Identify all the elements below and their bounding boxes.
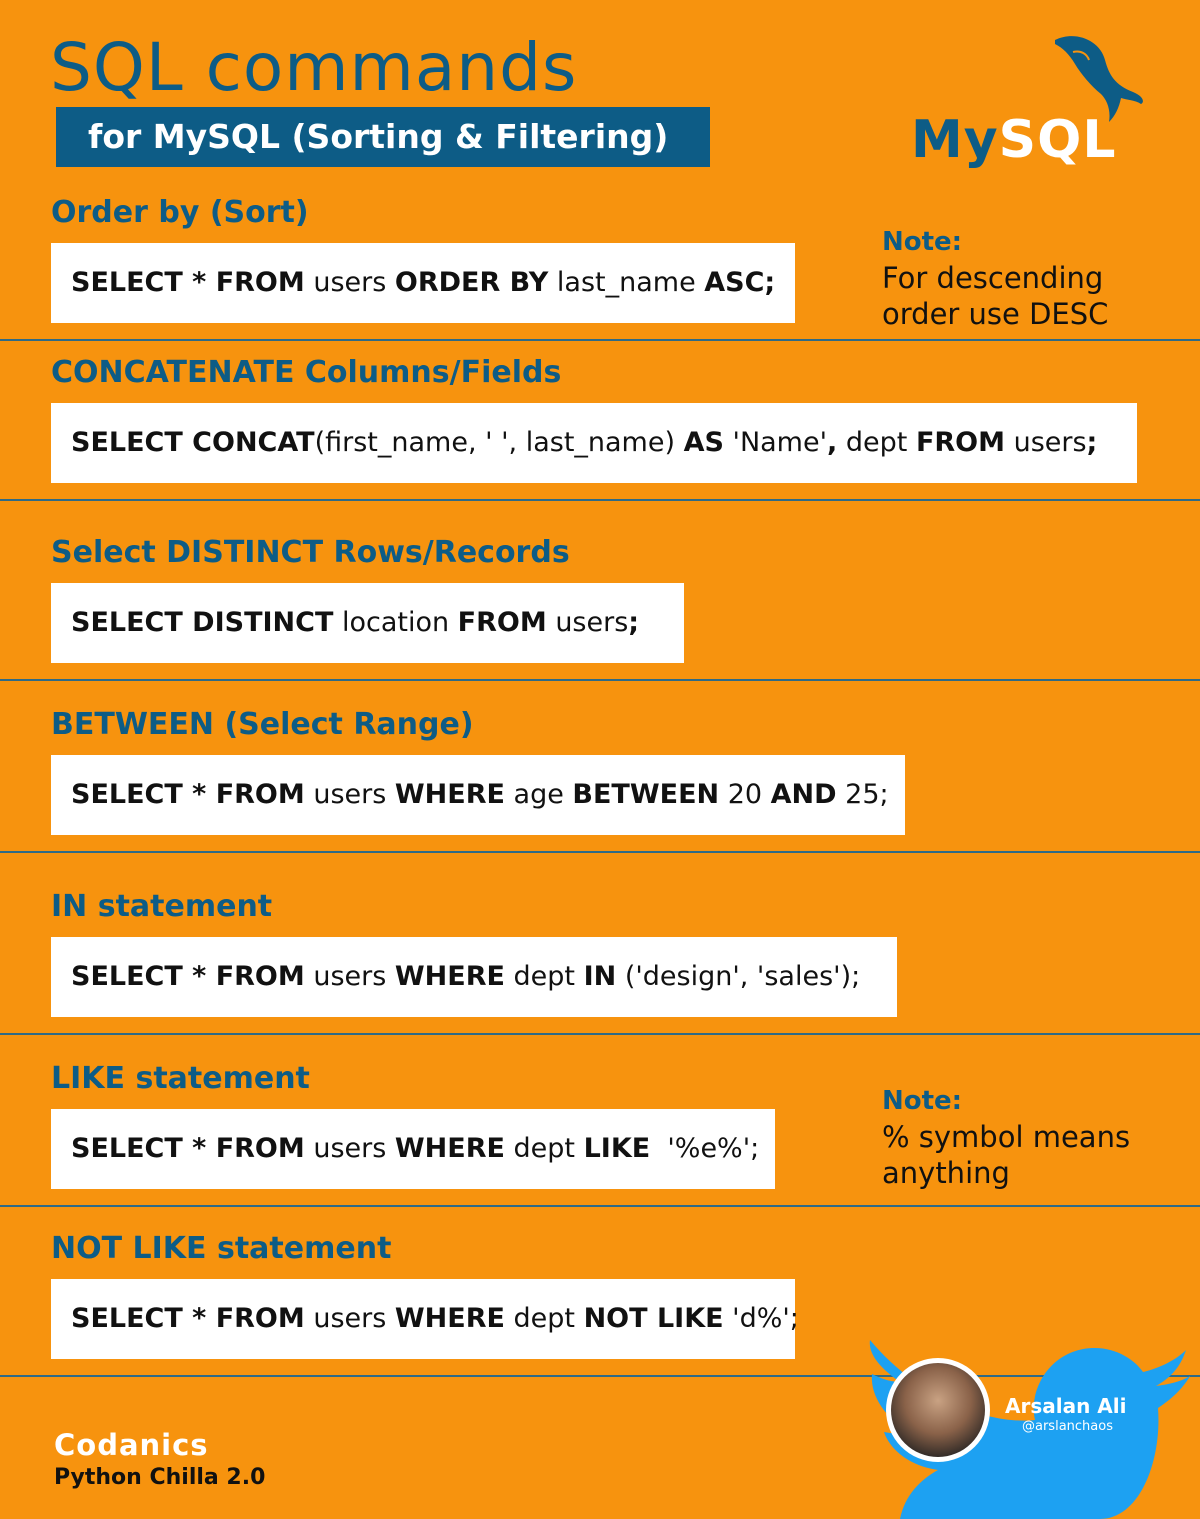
sql-keyword: , xyxy=(827,427,838,458)
sql-text: '%e%'; xyxy=(650,1133,760,1164)
sql-text: users xyxy=(1005,427,1087,458)
sql-keyword: FROM xyxy=(915,427,1005,458)
note-text-line: anything xyxy=(882,1156,1010,1190)
sql-text: 25; xyxy=(836,779,889,810)
sql-keyword: WHERE xyxy=(394,1303,505,1334)
sql-keyword: SELECT DISTINCT xyxy=(71,607,334,638)
sql-text: location xyxy=(333,607,458,638)
sql-keyword: SELECT * FROM xyxy=(71,267,305,298)
divider xyxy=(0,339,1200,341)
brand-name: Codanics xyxy=(54,1428,209,1462)
sql-text: dept xyxy=(837,427,916,458)
sql-keyword: NOT LIKE xyxy=(583,1303,724,1334)
sql-keyword: ; xyxy=(1086,427,1098,458)
sql-text: 'Name' xyxy=(723,427,828,458)
subtitle-banner: for MySQL (Sorting & Filtering) xyxy=(56,107,710,167)
logo-my-text: My xyxy=(911,110,999,170)
brand-subtitle: Python Chilla 2.0 xyxy=(54,1465,266,1490)
sql-keyword: WHERE xyxy=(394,1133,505,1164)
sql-keyword: ASC; xyxy=(704,267,776,298)
author-name: Arsalan Ali xyxy=(1005,1394,1127,1418)
sql-keyword: SELECT * FROM xyxy=(71,779,305,810)
note-text-line: For descending xyxy=(882,261,1104,295)
sql-text: users xyxy=(304,267,395,298)
sql-text: age xyxy=(504,779,573,810)
code-block-order-by: SELECT * FROM users ORDER BY last_name A… xyxy=(51,243,795,323)
mysql-logo: MySQL xyxy=(905,30,1150,170)
author-handle: @arslanchaos xyxy=(1022,1419,1113,1434)
sql-keyword: WHERE xyxy=(394,961,505,992)
section-title-distinct: Select DISTINCT Rows/Records xyxy=(51,535,570,570)
sql-text: 'd%'; xyxy=(723,1303,799,1334)
section-title-between: BETWEEN (Select Range) xyxy=(51,707,474,742)
sql-text: users xyxy=(546,607,629,638)
sql-text: last_name xyxy=(548,267,705,298)
section-title-not-like: NOT LIKE statement xyxy=(51,1231,392,1266)
code-block-concatenate: SELECT CONCAT(first_name, ' ', last_name… xyxy=(51,403,1137,483)
sql-text: users xyxy=(304,1133,395,1164)
sql-text: users xyxy=(304,961,395,992)
sql-text: users xyxy=(304,1303,395,1334)
sql-keyword: ; xyxy=(628,607,640,638)
sql-keyword: SELECT CONCAT xyxy=(71,427,315,458)
sql-text: (first_name, ' ', last_name) xyxy=(314,427,684,458)
note-label: Note: xyxy=(882,227,963,257)
section-title-in: IN statement xyxy=(51,889,273,924)
sql-keyword: AND xyxy=(770,779,837,810)
sql-keyword: LIKE xyxy=(583,1133,651,1164)
sql-text: dept xyxy=(504,961,584,992)
section-title-like: LIKE statement xyxy=(51,1061,310,1096)
page-title: SQL commands xyxy=(50,29,578,106)
avatar xyxy=(886,1358,990,1462)
divider xyxy=(0,499,1200,501)
sql-keyword: AS xyxy=(683,427,724,458)
note-text-line: order use DESC xyxy=(882,297,1109,331)
sql-keyword: ORDER BY xyxy=(394,267,549,298)
divider xyxy=(0,1033,1200,1035)
sql-keyword: FROM xyxy=(457,607,547,638)
sql-keyword: WHERE xyxy=(394,779,505,810)
section-title-order-by: Order by (Sort) xyxy=(51,195,309,230)
code-block-in: SELECT * FROM users WHERE dept IN ('desi… xyxy=(51,937,897,1017)
code-block-not-like: SELECT * FROM users WHERE dept NOT LIKE … xyxy=(51,1279,799,1359)
sql-text: users xyxy=(304,779,395,810)
divider xyxy=(0,851,1200,853)
logo-sql-text: SQL xyxy=(998,110,1117,170)
sql-keyword: SELECT * FROM xyxy=(71,1303,305,1334)
sql-keyword: SELECT * FROM xyxy=(71,961,305,992)
sql-keyword: BETWEEN xyxy=(572,779,720,810)
code-block-like: SELECT * FROM users WHERE dept LIKE '%e%… xyxy=(51,1109,775,1189)
logo-wordmark: MySQL xyxy=(911,110,1116,170)
divider xyxy=(0,679,1200,681)
note-like: Note: % symbol means anything xyxy=(882,1083,1182,1191)
sql-keyword: SELECT * FROM xyxy=(71,1133,305,1164)
note-text-line: % symbol means xyxy=(882,1120,1131,1154)
sql-text: 20 xyxy=(719,779,771,810)
code-block-distinct: SELECT DISTINCT location FROM users; xyxy=(51,583,684,663)
sql-text: dept xyxy=(504,1133,584,1164)
code-block-between: SELECT * FROM users WHERE age BETWEEN 20… xyxy=(51,755,905,835)
sql-keyword: IN xyxy=(583,961,617,992)
note-label: Note: xyxy=(882,1086,963,1116)
section-title-concatenate: CONCATENATE Columns/Fields xyxy=(51,355,562,390)
sql-text: dept xyxy=(504,1303,584,1334)
note-desc: Note: For descending order use DESC xyxy=(882,224,1182,332)
divider xyxy=(0,1205,1200,1207)
sql-text: ('design', 'sales'); xyxy=(616,961,861,992)
